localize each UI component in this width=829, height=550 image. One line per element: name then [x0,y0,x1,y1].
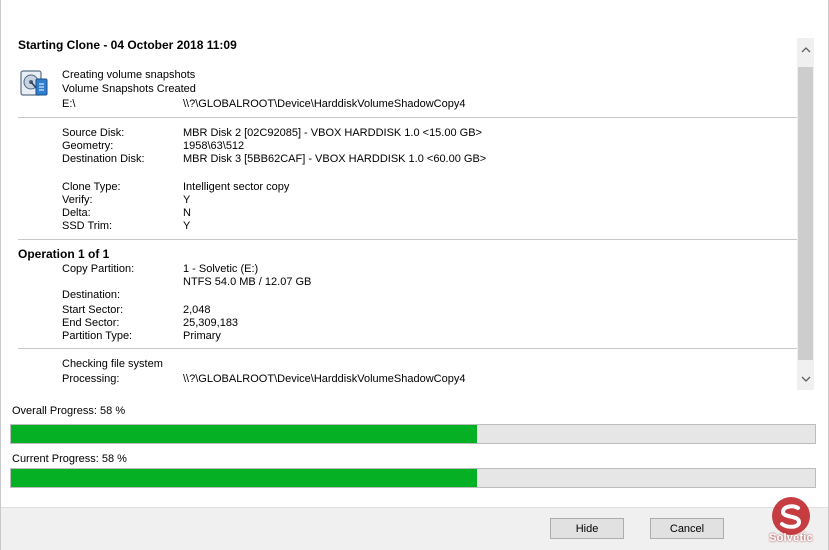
processing-label: Processing: [62,373,120,385]
end-sector-value: 25,309,183 [183,317,239,329]
processing-value: \\?\GLOBALROOT\Device\HarddiskVolumeShad… [183,373,466,385]
source-disk-value: MBR Disk 2 [02C92085] - VBOX HARDDISK 1.… [183,127,482,139]
geometry-label: Geometry: [62,140,114,152]
clone-log: Starting Clone - 04 October 2018 11:09 C… [1,28,813,392]
overall-progress-label: Overall Progress: 58 % [12,405,126,417]
destination-label: Destination: [62,289,121,301]
partition-type-label: Partition Type: [62,330,133,342]
checking-file-system: Checking file system [62,358,163,370]
destination-disk-label: Destination Disk: [62,153,145,165]
hide-button[interactable]: Hide [550,518,624,539]
snapshot-path: \\?\GLOBALROOT\Device\HarddiskVolumeShad… [183,98,466,110]
log-divider [18,239,797,240]
clone-type-value: Intelligent sector copy [183,181,290,193]
ssd-trim-value: Y [183,220,191,232]
log-divider [18,117,797,118]
start-sector-label: Start Sector: [62,304,124,316]
clone-progress-window: Starting Clone - 04 October 2018 11:09 C… [0,0,829,550]
delta-label: Delta: [62,207,91,219]
chevron-up-icon[interactable] [797,41,814,58]
source-disk-label: Source Disk: [62,127,125,139]
end-sector-label: End Sector: [62,317,120,329]
start-sector-value: 2,048 [183,304,211,316]
copy-partition-label: Copy Partition: [62,263,135,275]
snapshot-line-2: Volume Snapshots Created [62,83,196,95]
solvetic-logo-icon [772,497,810,535]
destination-disk-value: MBR Disk 3 [5BB62CAF] - VBOX HARDDISK 1.… [183,153,487,165]
dialog-footer: Hide Cancel [1,507,828,550]
snapshot-line-1: Creating volume snapshots [62,69,196,81]
verify-label: Verify: [62,194,93,206]
log-title: Starting Clone - 04 October 2018 11:09 [18,38,237,52]
clone-type-label: Clone Type: [62,181,121,193]
log-divider [18,348,797,349]
geometry-value: 1958\63\512 [183,140,245,152]
copy-partition-value: 1 - Solvetic (E:) [183,263,259,275]
overall-progress-fill [11,425,478,443]
hard-disk-icon [18,67,50,99]
solvetic-watermark: Solvetic [757,496,825,550]
snapshot-drive: E:\ [62,98,76,110]
operation-title: Operation 1 of 1 [18,247,110,261]
chevron-down-icon[interactable] [797,370,814,387]
log-scrollbar[interactable] [797,38,814,390]
delta-value: N [183,207,191,219]
current-progress-bar [10,468,816,488]
overall-progress-bar [10,424,816,444]
ssd-trim-label: SSD Trim: [62,220,113,232]
watermark-text: Solvetic [769,532,813,544]
partition-type-value: Primary [183,330,221,342]
verify-value: Y [183,194,191,206]
cancel-button[interactable]: Cancel [650,518,724,539]
current-progress-label: Current Progress: 58 % [12,453,127,465]
scroll-thumb[interactable] [798,67,813,360]
copy-partition-size: NTFS 54.0 MB / 12.07 GB [183,276,312,288]
current-progress-fill [11,469,478,487]
